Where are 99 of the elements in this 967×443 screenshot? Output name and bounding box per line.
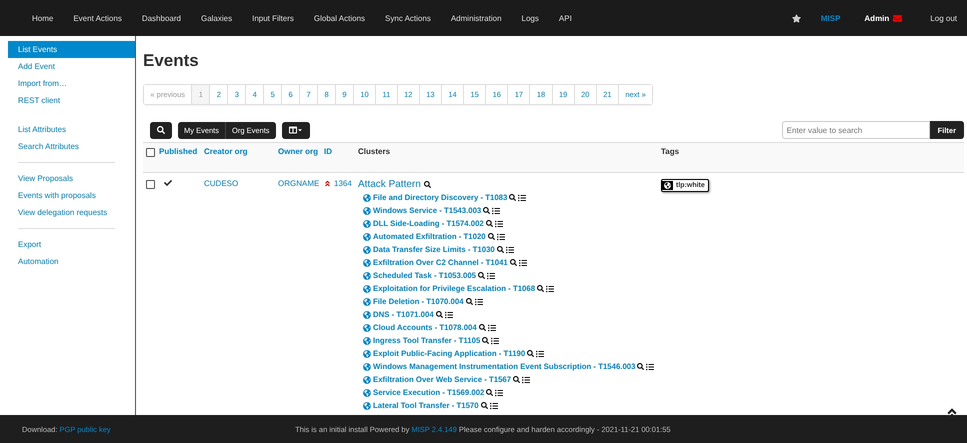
- list-icon[interactable]: [518, 194, 526, 202]
- sidebar-link[interactable]: View delegation requests: [8, 204, 135, 221]
- sidebar-link[interactable]: Automation: [8, 253, 135, 270]
- search-field[interactable]: Enter value to search: [782, 121, 930, 139]
- column-header[interactable]: ID: [324, 147, 332, 156]
- globe-icon: [363, 220, 371, 228]
- column-header[interactable]: Creator org: [204, 147, 248, 156]
- search-icon[interactable]: [509, 194, 516, 201]
- nav-link[interactable]: Event Actions: [63, 14, 132, 22]
- globe-icon: [662, 181, 673, 190]
- search-button[interactable]: [150, 122, 172, 138]
- search-icon[interactable]: [537, 285, 544, 292]
- nav-link[interactable]: Administration: [440, 14, 512, 22]
- columns-dropdown[interactable]: [282, 122, 310, 138]
- globe-icon: [363, 402, 371, 410]
- globe-icon: [363, 232, 371, 240]
- column-header[interactable]: Published: [159, 147, 198, 156]
- globe-icon: [363, 246, 371, 254]
- nav-link[interactable]: API: [548, 14, 582, 22]
- search-icon[interactable]: [496, 246, 504, 253]
- user-link[interactable]: Admin: [854, 14, 894, 22]
- list-icon[interactable]: [495, 388, 504, 396]
- sidebar-link[interactable]: List Events: [8, 41, 135, 58]
- sidebar-link[interactable]: Search Attributes: [8, 138, 135, 155]
- list-icon[interactable]: [494, 220, 503, 228]
- nav-link[interactable]: Global Actions: [304, 14, 376, 22]
- list-icon[interactable]: [444, 310, 453, 318]
- globe-icon: [363, 310, 371, 318]
- mail-icon[interactable]: [893, 14, 902, 22]
- list-icon[interactable]: [474, 298, 483, 306]
- globe-icon: [363, 206, 371, 214]
- list-icon[interactable]: [492, 206, 500, 214]
- list-icon[interactable]: [646, 362, 654, 370]
- sidebar-link[interactable]: Import from…: [8, 75, 135, 92]
- search-icon[interactable]: [466, 298, 473, 305]
- list-icon[interactable]: [506, 246, 514, 254]
- list-icon[interactable]: [487, 272, 495, 280]
- sidebar-link[interactable]: Events with proposals: [8, 187, 135, 204]
- checkbox[interactable]: [146, 180, 155, 189]
- search-icon[interactable]: [488, 233, 495, 240]
- search-icon[interactable]: [510, 259, 517, 266]
- globe-icon: [363, 298, 371, 306]
- priority-icon: [324, 180, 331, 187]
- globe-icon: [363, 324, 371, 332]
- search-icon: [424, 181, 431, 188]
- search-icon[interactable]: [436, 311, 443, 318]
- globe-icon: [363, 376, 371, 384]
- globe-icon: [363, 284, 371, 292]
- column-header[interactable]: Owner org: [278, 147, 318, 156]
- brand-link[interactable]: MISP: [806, 14, 854, 22]
- search-icon[interactable]: [480, 402, 488, 409]
- list-icon[interactable]: [491, 336, 500, 344]
- globe-icon: [363, 388, 371, 396]
- sidebar-link[interactable]: View Proposals: [8, 170, 135, 187]
- globe-icon: [363, 272, 371, 280]
- search-icon[interactable]: [513, 376, 520, 383]
- globe-icon: [363, 362, 371, 370]
- table-cell: CUDESO: [204, 179, 238, 188]
- caret-icon: [296, 127, 303, 133]
- column-heading: Clusters: [358, 147, 390, 156]
- logout-link[interactable]: Log out: [920, 14, 967, 22]
- search-icon[interactable]: [486, 220, 493, 227]
- list-icon[interactable]: [518, 258, 527, 266]
- search-icon[interactable]: [478, 324, 486, 331]
- nav-link[interactable]: Home: [22, 14, 64, 22]
- sidebar-link[interactable]: REST client: [8, 92, 135, 109]
- globe-icon: [363, 336, 371, 344]
- list-icon[interactable]: [496, 232, 505, 240]
- nav-link[interactable]: Input Filters: [242, 14, 304, 22]
- cluster-group-link[interactable]: Attack Pattern: [358, 179, 661, 190]
- nav-link[interactable]: Dashboard: [132, 14, 191, 22]
- search-icon[interactable]: [483, 207, 490, 214]
- list-icon[interactable]: [490, 402, 498, 410]
- sidebar-link[interactable]: Export: [8, 236, 135, 253]
- search-icon[interactable]: [527, 350, 534, 357]
- search-icon[interactable]: [637, 363, 644, 370]
- sidebar-link[interactable]: Add Event: [8, 58, 135, 75]
- event-id-link[interactable]: 1364: [334, 179, 352, 188]
- page-title: Events: [143, 51, 200, 71]
- list-icon[interactable]: [488, 324, 496, 332]
- checkbox[interactable]: [146, 148, 155, 157]
- list-icon[interactable]: [522, 376, 530, 384]
- nav-link[interactable]: Galaxies: [190, 14, 242, 22]
- sidebar-link[interactable]: List Attributes: [8, 121, 135, 138]
- list-icon[interactable]: [536, 350, 544, 358]
- nav-link[interactable]: Sync Actions: [375, 14, 441, 22]
- list-icon[interactable]: [546, 284, 554, 292]
- search-icon[interactable]: [486, 389, 494, 396]
- search-icon: [157, 126, 165, 134]
- search-icon[interactable]: [478, 272, 485, 279]
- table-cell: ORGNAME: [278, 179, 320, 188]
- globe-icon: [363, 258, 371, 266]
- columns-icon: [288, 126, 297, 134]
- globe-icon: [363, 350, 371, 358]
- nav-link[interactable]: Logs: [512, 14, 549, 22]
- column-heading: Tags: [661, 147, 680, 156]
- globe-icon: [363, 194, 371, 202]
- search-icon[interactable]: [482, 337, 490, 344]
- star-icon[interactable]: [792, 14, 801, 22]
